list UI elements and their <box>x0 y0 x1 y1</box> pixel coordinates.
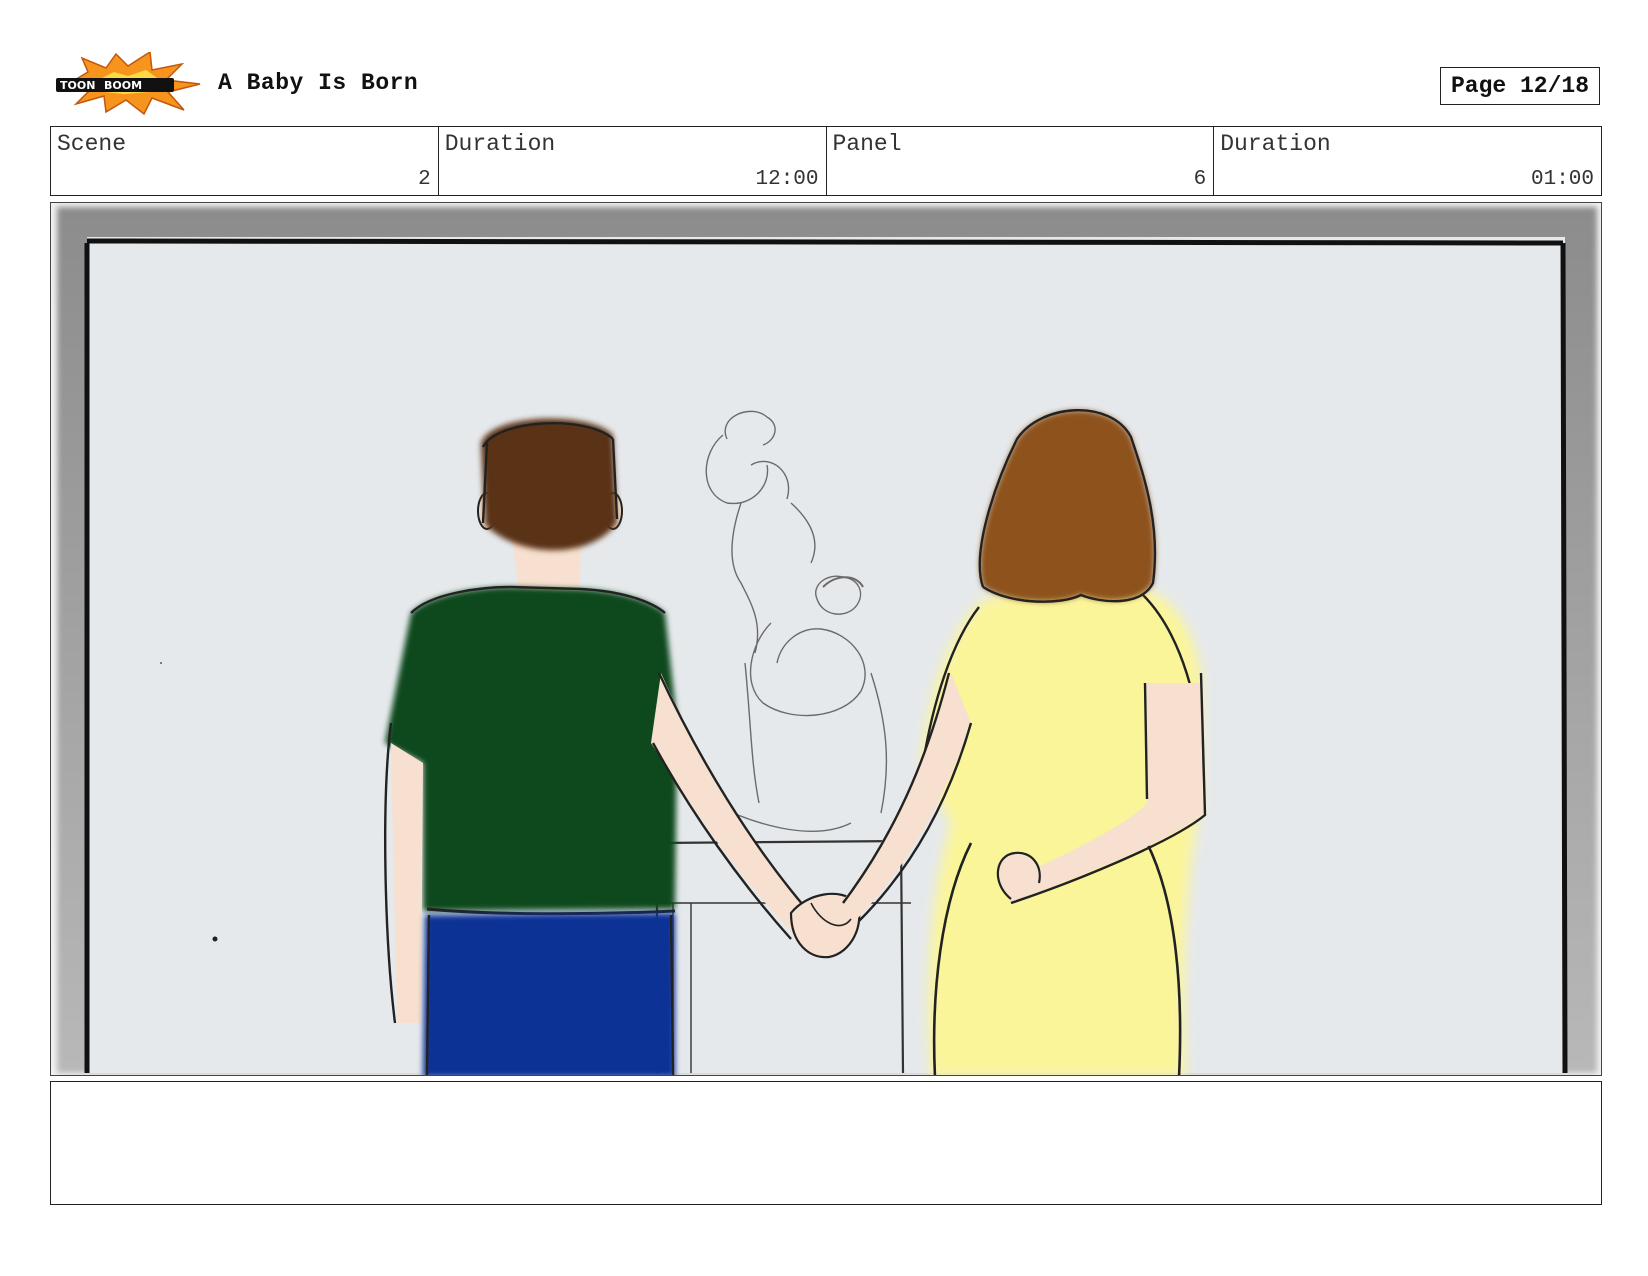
burst-logo-icon: TOON BOOM <box>56 50 201 116</box>
notes-box[interactable] <box>50 1081 1602 1205</box>
panel-duration-value: 01:00 <box>1530 168 1594 191</box>
storyboard-title: A Baby Is Born <box>218 70 419 96</box>
scene-value: 2 <box>418 168 431 191</box>
scene-duration-cell: Duration 12:00 <box>439 127 827 195</box>
storyboard-panel <box>50 202 1602 1076</box>
logo-text-boom: BOOM <box>104 79 142 92</box>
scene-info-row: Scene 2 Duration 12:00 Panel 6 Duration … <box>50 126 1602 196</box>
toon-boom-logo: TOON BOOM <box>54 50 202 116</box>
scene-cell: Scene 2 <box>51 127 439 195</box>
page-label: Page 12/18 <box>1450 73 1590 99</box>
panel-value: 6 <box>1193 168 1207 191</box>
scene-duration-label: Duration <box>444 131 556 157</box>
panel-duration-cell: Duration 01:00 <box>1214 127 1601 195</box>
scene-duration-value: 12:00 <box>755 168 819 191</box>
scene-label: Scene <box>57 131 127 157</box>
panel-label: Panel <box>832 131 902 157</box>
logo-text-toon: TOON <box>60 79 95 92</box>
panel-duration-label: Duration <box>1220 131 1331 157</box>
panel-illustration <box>51 203 1601 1075</box>
page-indicator: Page 12/18 <box>1440 67 1600 105</box>
panel-cell: Panel 6 <box>827 127 1215 195</box>
